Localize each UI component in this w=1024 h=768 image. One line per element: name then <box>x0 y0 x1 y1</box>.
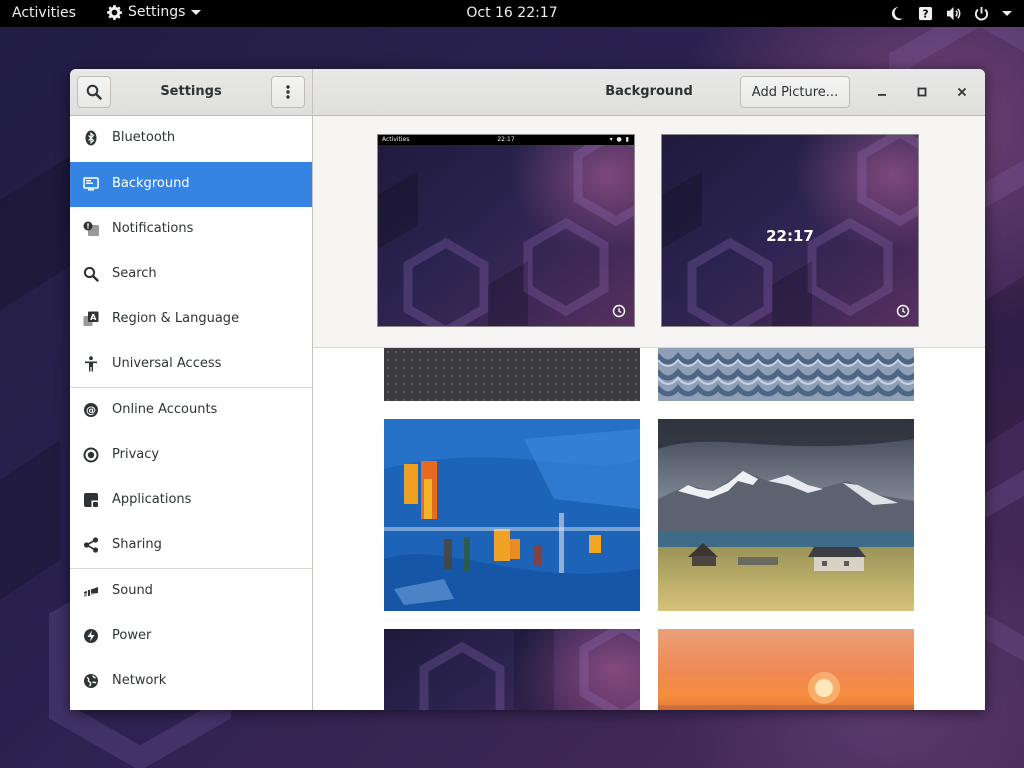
preview-clock: 22:17 <box>497 136 515 143</box>
sidebar: Bluetooth Background Notifications Searc… <box>70 116 313 710</box>
add-picture-button[interactable]: Add Picture... <box>740 76 850 108</box>
sidebar-item-region-language[interactable]: A Region & Language <box>70 297 312 342</box>
sharing-icon <box>83 537 99 553</box>
network-icon <box>84 674 98 688</box>
sidebar-item-label: Privacy <box>112 447 160 462</box>
sidebar-item-network[interactable]: Network <box>70 659 312 704</box>
sunset-scene <box>658 672 914 710</box>
sidebar-item-label: Universal Access <box>112 356 222 371</box>
sidebar-item-sound[interactable]: Sound <box>70 569 312 614</box>
app-menu[interactable]: Settings <box>107 4 202 20</box>
sidebar-item-label: Region & Language <box>112 311 240 326</box>
mountain-landscape <box>658 419 914 611</box>
online-accounts-icon: @ <box>84 403 98 417</box>
wallpaper-thumbnail-orange-sunset[interactable] <box>658 629 914 710</box>
header-bar: Settings Background Add Picture... <box>70 69 985 116</box>
svg-text:A: A <box>90 313 97 322</box>
applications-icon <box>84 493 98 507</box>
sidebar-item-background[interactable]: Background <box>70 162 312 207</box>
preview-tray-icons: ▾ ● ▮ <box>609 136 630 143</box>
chevron-down-icon <box>191 9 202 15</box>
sidebar-item-notifications[interactable]: Notifications <box>70 207 312 252</box>
search-icon <box>83 266 99 282</box>
bluetooth-icon <box>85 130 97 146</box>
sidebar-item-sharing[interactable]: Sharing <box>70 523 312 568</box>
knit-texture <box>658 352 914 397</box>
sidebar-item-label: Network <box>112 673 167 688</box>
clock[interactable]: Oct 16 22:17 <box>466 5 557 21</box>
slideshow-clock-icon <box>896 304 910 318</box>
notifications-icon <box>83 221 99 236</box>
sidebar-item-label: Sound <box>112 583 153 598</box>
sidebar-item-universal-access[interactable]: Universal Access <box>70 342 312 387</box>
background-panel: Activities 22:17 ▾ ● ▮ 22:17 <box>313 116 985 710</box>
vertical-dots-icon <box>286 85 290 99</box>
night-light-icon[interactable] <box>890 6 905 21</box>
sidebar-item-online-accounts[interactable]: @ Online Accounts <box>70 388 312 433</box>
primary-menu-button[interactable] <box>271 76 305 108</box>
close-icon <box>957 87 967 97</box>
desktop-background-preview[interactable]: Activities 22:17 ▾ ● ▮ <box>377 134 635 327</box>
wallpaper-thumbnail-blue-abstract-painting[interactable] <box>384 419 640 611</box>
sidebar-item-applications[interactable]: Applications <box>70 478 312 523</box>
hexagon-pattern <box>378 135 634 326</box>
sidebar-item-power[interactable]: Power <box>70 614 312 659</box>
privacy-icon <box>83 447 99 463</box>
hexagon-pattern <box>419 629 640 710</box>
volume-icon[interactable] <box>946 6 961 21</box>
svg-text:?: ? <box>923 9 929 21</box>
sidebar-item-label: Notifications <box>112 221 194 236</box>
lock-screen-preview[interactable]: 22:17 <box>661 134 919 327</box>
chevron-down-icon[interactable] <box>1002 11 1012 16</box>
sidebar-item-label: Power <box>112 628 152 643</box>
top-bar: Activities Settings Oct 16 22:17 ? <box>0 0 1024 27</box>
sidebar-item-label: Applications <box>112 492 192 507</box>
power-icon[interactable] <box>974 6 989 21</box>
wallpaper-thumbnail-blue-knit[interactable] <box>658 348 914 401</box>
sidebar-header: Settings <box>70 69 313 115</box>
sound-icon <box>84 587 98 597</box>
universal-access-icon <box>85 356 97 372</box>
slideshow-clock-icon <box>612 304 626 318</box>
sidebar-item-bluetooth[interactable]: Bluetooth <box>70 116 312 161</box>
maximize-button[interactable] <box>911 81 933 103</box>
minimize-button[interactable] <box>871 81 893 103</box>
minimize-icon <box>878 94 886 96</box>
maximize-icon <box>917 87 927 97</box>
preview-area: Activities 22:17 ▾ ● ▮ 22:17 <box>313 116 985 348</box>
help-icon[interactable]: ? <box>918 6 933 21</box>
close-button[interactable] <box>951 81 973 103</box>
lock-screen-clock: 22:17 <box>766 227 814 245</box>
wallpaper-thumbnail-dark-dots[interactable] <box>384 348 640 401</box>
sidebar-item-label: Bluetooth <box>112 130 176 145</box>
svg-text:@: @ <box>86 406 96 417</box>
power-icon <box>84 629 98 643</box>
abstract-painting <box>384 419 640 611</box>
sidebar-item-label: Online Accounts <box>112 402 218 417</box>
wallpaper-thumbnail-purple-hexagons[interactable] <box>384 629 640 710</box>
background-icon <box>83 177 99 191</box>
sidebar-item-label: Sharing <box>112 537 162 552</box>
wallpaper-thumbnail-mountain-houses[interactable] <box>658 419 914 611</box>
sidebar-item-search[interactable]: Search <box>70 252 312 297</box>
sidebar-item-privacy[interactable]: Privacy <box>70 433 312 478</box>
region-language-icon: A <box>83 311 99 326</box>
app-menu-label: Settings <box>128 4 186 20</box>
settings-window: Settings Background Add Picture... Bluet… <box>70 69 985 710</box>
activities-button[interactable]: Activities <box>12 5 76 21</box>
sidebar-item-label: Search <box>112 266 157 281</box>
preview-top-bar: Activities 22:17 ▾ ● ▮ <box>378 135 634 145</box>
gear-icon <box>107 4 122 20</box>
system-tray[interactable]: ? <box>890 6 1012 21</box>
sidebar-item-label: Background <box>112 176 190 191</box>
